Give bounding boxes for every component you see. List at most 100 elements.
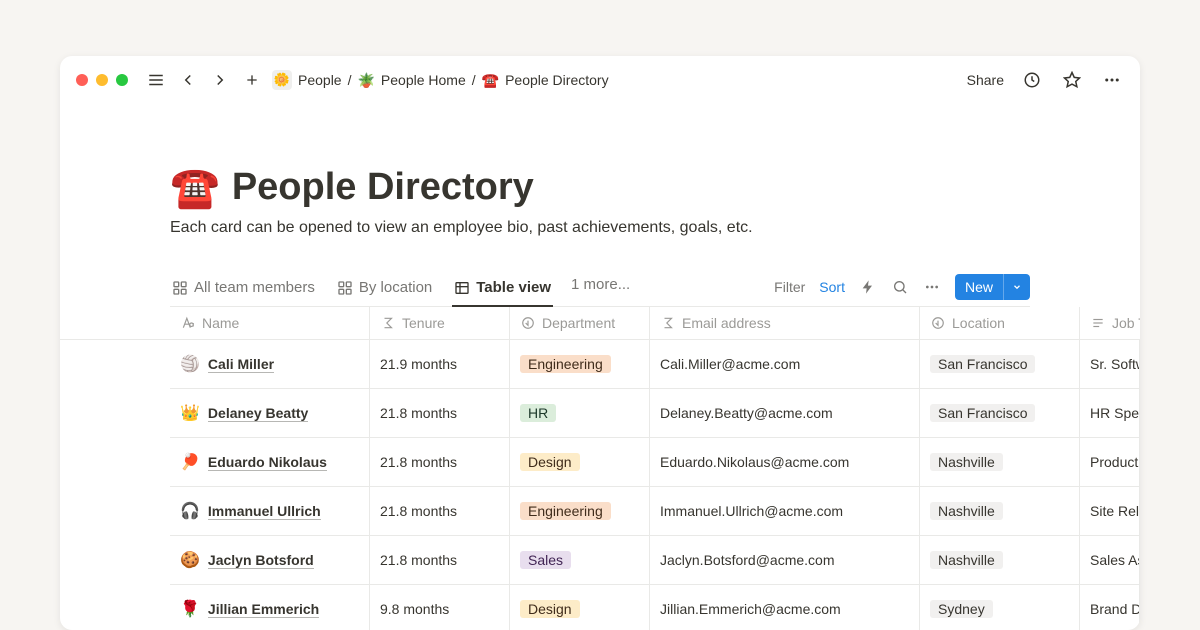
cell-jobtitle[interactable]: Sales Associate — [1080, 536, 1140, 585]
search-icon[interactable] — [891, 278, 909, 296]
table-row[interactable]: 🍪 Jaclyn Botsford 21.8 months Sales Jacl… — [60, 536, 1140, 585]
nav-forward-icon[interactable] — [208, 68, 232, 92]
table-row[interactable]: 🏓 Eduardo Nikolaus 21.8 months Design Ed… — [60, 438, 1140, 487]
cell-location[interactable]: San Francisco — [920, 340, 1080, 389]
cell-name[interactable]: 🏓 Eduardo Nikolaus — [170, 438, 370, 487]
cell-email[interactable]: Jaclyn.Botsford@acme.com — [650, 536, 920, 585]
automations-icon[interactable] — [859, 278, 877, 296]
cell-jobtitle[interactable]: HR Specialist — [1080, 389, 1140, 438]
cell-name[interactable]: 🎧 Immanuel Ullrich — [170, 487, 370, 536]
cell-jobtitle[interactable]: Site Reliability — [1080, 487, 1140, 536]
row-name: Delaney Beatty — [208, 405, 308, 422]
cell-email[interactable]: Delaney.Beatty@acme.com — [650, 389, 920, 438]
column-label: Email address — [682, 315, 771, 331]
phone-icon: ☎️ — [482, 72, 499, 89]
cell-jobtitle[interactable]: Brand Designer — [1080, 585, 1140, 630]
new-page-icon[interactable] — [240, 68, 264, 92]
breadcrumb-people-directory[interactable]: ☎️ People Directory — [482, 72, 609, 89]
table-row[interactable]: 🌹 Jillian Emmerich 9.8 months Design Jil… — [60, 585, 1140, 630]
page-subtitle[interactable]: Each card can be opened to view an emplo… — [170, 219, 1030, 237]
cell-email[interactable]: Cali.Miller@acme.com — [650, 340, 920, 389]
cell-location[interactable]: Nashville — [920, 487, 1080, 536]
share-button[interactable]: Share — [967, 72, 1004, 88]
cell-email[interactable]: Eduardo.Nikolaus@acme.com — [650, 438, 920, 487]
cell-name[interactable]: 🍪 Jaclyn Botsford — [170, 536, 370, 585]
table-row[interactable]: 🎧 Immanuel Ullrich 21.8 months Engineeri… — [60, 487, 1140, 536]
table-row[interactable]: 👑 Delaney Beatty 21.8 months HR Delaney.… — [60, 389, 1140, 438]
updates-icon[interactable] — [1020, 68, 1044, 92]
column-header-tenure[interactable]: Tenure — [370, 307, 510, 340]
column-header-name[interactable]: Name — [170, 307, 370, 340]
column-label: Job Title — [1112, 315, 1140, 331]
cell-department[interactable]: Design — [510, 585, 650, 630]
cell-tenure[interactable]: 21.8 months — [370, 389, 510, 438]
minimize-window[interactable] — [96, 74, 108, 86]
tenure-value: 21.9 months — [380, 356, 457, 372]
row-emoji-icon: 🍪 — [180, 550, 200, 570]
view-options-icon[interactable] — [923, 278, 941, 296]
jobtitle-value: Product Designer — [1090, 454, 1140, 470]
row-gutter — [60, 438, 170, 487]
views-more[interactable]: 1 more... — [571, 276, 630, 303]
email-value: Immanuel.Ullrich@acme.com — [660, 503, 843, 519]
view-tab-label: Table view — [476, 279, 551, 296]
view-tab-all-team-members[interactable]: All team members — [170, 273, 317, 306]
cell-department[interactable]: Design — [510, 438, 650, 487]
jobtitle-value: Brand Designer — [1090, 601, 1140, 617]
cell-location[interactable]: Nashville — [920, 536, 1080, 585]
cell-jobtitle[interactable]: Product Designer — [1080, 438, 1140, 487]
column-label: Department — [542, 315, 615, 331]
cell-tenure[interactable]: 21.8 months — [370, 536, 510, 585]
nav-back-icon[interactable] — [176, 68, 200, 92]
view-tab-by-location[interactable]: By location — [335, 273, 434, 306]
email-value: Delaney.Beatty@acme.com — [660, 405, 833, 421]
breadcrumb-people-home[interactable]: 🪴 People Home — [357, 72, 465, 89]
plant-icon: 🪴 — [357, 72, 374, 89]
breadcrumb-people[interactable]: 🌼 People — [272, 70, 342, 90]
formula-property-icon — [380, 315, 396, 331]
cell-name[interactable]: 🏐 Cali Miller — [170, 340, 370, 389]
column-label: Name — [202, 315, 239, 331]
cell-tenure[interactable]: 21.8 months — [370, 487, 510, 536]
sort-button[interactable]: Sort — [819, 279, 845, 295]
select-property-icon — [930, 315, 946, 331]
breadcrumb-label: People Directory — [505, 72, 609, 88]
cell-location[interactable]: Sydney — [920, 585, 1080, 630]
cell-tenure[interactable]: 21.9 months — [370, 340, 510, 389]
new-button-label[interactable]: New — [955, 274, 1003, 300]
close-window[interactable] — [76, 74, 88, 86]
row-gutter — [60, 536, 170, 585]
view-tab-table-view[interactable]: Table view — [452, 273, 553, 306]
cell-jobtitle[interactable]: Sr. Software Engineer — [1080, 340, 1140, 389]
new-button-dropdown[interactable] — [1003, 274, 1030, 300]
cell-department[interactable]: HR — [510, 389, 650, 438]
view-tab-label: By location — [359, 279, 432, 296]
page-title[interactable]: People Directory — [232, 166, 534, 209]
cell-name[interactable]: 👑 Delaney Beatty — [170, 389, 370, 438]
more-icon[interactable] — [1100, 68, 1124, 92]
cell-name[interactable]: 🌹 Jillian Emmerich — [170, 585, 370, 630]
board-icon — [337, 280, 353, 296]
cell-location[interactable]: San Francisco — [920, 389, 1080, 438]
column-header-email[interactable]: Email address — [650, 307, 920, 340]
topbar-right: Share — [967, 68, 1124, 92]
cell-email[interactable]: Immanuel.Ullrich@acme.com — [650, 487, 920, 536]
column-header-jobtitle[interactable]: Job Title — [1080, 307, 1140, 340]
column-header-location[interactable]: Location — [920, 307, 1080, 340]
cell-email[interactable]: Jillian.Emmerich@acme.com — [650, 585, 920, 630]
cell-department[interactable]: Sales — [510, 536, 650, 585]
column-header-department[interactable]: Department — [510, 307, 650, 340]
cell-department[interactable]: Engineering — [510, 487, 650, 536]
favorite-icon[interactable] — [1060, 68, 1084, 92]
cell-department[interactable]: Engineering — [510, 340, 650, 389]
sidebar-toggle-icon[interactable] — [144, 68, 168, 92]
maximize-window[interactable] — [116, 74, 128, 86]
location-pill: Nashville — [930, 551, 1003, 569]
cell-location[interactable]: Nashville — [920, 438, 1080, 487]
row-name: Jaclyn Botsford — [208, 552, 314, 569]
cell-tenure[interactable]: 21.8 months — [370, 438, 510, 487]
table-row[interactable]: 🏐 Cali Miller 21.9 months Engineering Ca… — [60, 340, 1140, 389]
page-icon[interactable]: ☎️ — [170, 164, 220, 211]
filter-button[interactable]: Filter — [774, 279, 805, 295]
cell-tenure[interactable]: 9.8 months — [370, 585, 510, 630]
